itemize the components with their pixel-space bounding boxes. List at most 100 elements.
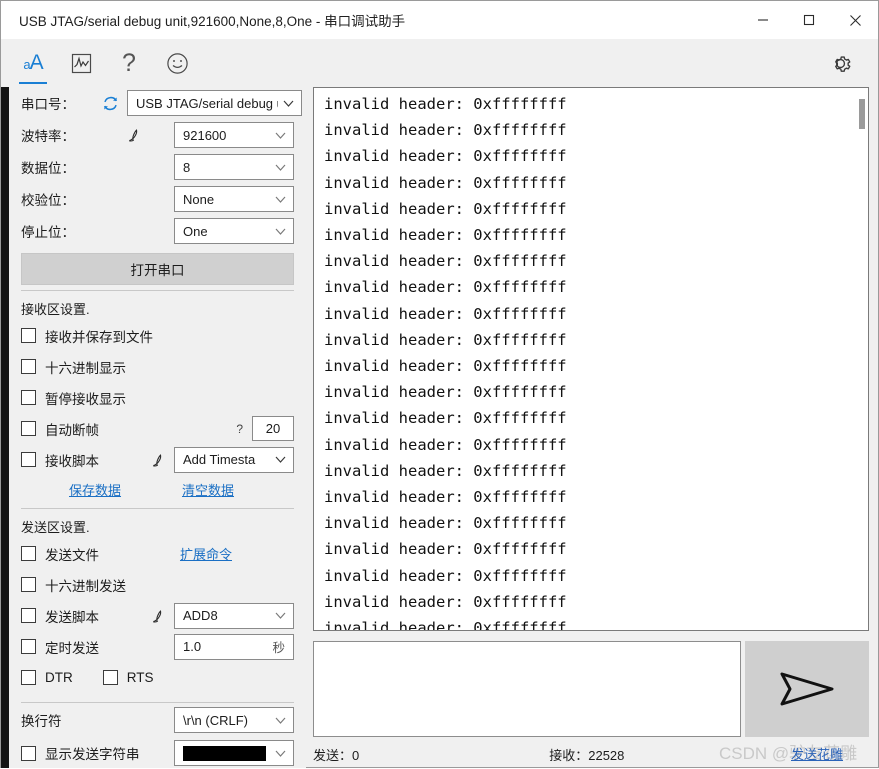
receive-script-value: Add Timesta: [183, 452, 256, 467]
emoji-icon[interactable]: [153, 39, 201, 87]
terminal-line: invalid header: 0xffffffff: [324, 514, 567, 533]
receive-script-pen-icon[interactable]: [148, 450, 168, 470]
show-send-string-checkbox[interactable]: [21, 745, 36, 761]
auto-break-row[interactable]: 自动断帧 ? 20: [9, 413, 306, 444]
send-script-value: ADD8: [183, 608, 218, 623]
window-controls: [740, 1, 878, 39]
baud-rate-value: 921600: [183, 127, 227, 143]
timed-send-label: 定时发送: [45, 640, 99, 656]
auto-break-checkbox[interactable]: [21, 421, 36, 436]
title-bar: USB JTAG/serial debug unit,921600,None,8…: [1, 1, 878, 39]
text-color-swatch: [183, 745, 266, 761]
font-size-icon[interactable]: aA: [9, 39, 57, 87]
terminal-line: invalid header: 0xffffffff: [324, 409, 567, 428]
terminal-line: invalid header: 0xffffffff: [324, 488, 567, 507]
rts-checkbox[interactable]: [102, 670, 118, 685]
window-title: USB JTAG/serial debug unit,921600,None,8…: [19, 14, 406, 29]
send-button[interactable]: [745, 641, 869, 737]
terminal-line: invalid header: 0xffffffff: [324, 540, 567, 559]
terminal-line: invalid header: 0xffffffff: [324, 357, 567, 376]
gear-icon[interactable]: [816, 39, 864, 87]
receive-pause-row[interactable]: 暂停接收显示: [9, 382, 306, 413]
script-pen-icon[interactable]: [124, 125, 144, 145]
gear-icon-glyph: [834, 55, 850, 72]
baud-rate-label: 波特率：: [21, 129, 75, 144]
send-script-checkbox[interactable]: [21, 608, 36, 623]
dtr-rts-row: DTR RTS: [9, 662, 306, 693]
receive-hex-display-checkbox[interactable]: [21, 359, 36, 374]
waveform-icon[interactable]: [57, 39, 105, 87]
send-file-label: 发送文件: [45, 547, 99, 563]
send-file-row[interactable]: 发送文件 扩展命令: [9, 538, 306, 569]
receive-save-to-file-row[interactable]: 接收并保存到文件: [9, 320, 306, 351]
newline-row: 换行符 \r\n (CRLF): [9, 703, 306, 737]
watermark-link: 发送花雕: [791, 747, 844, 762]
close-button[interactable]: [832, 1, 878, 39]
data-bits-label: 数据位：: [21, 161, 75, 176]
rts-label: RTS: [126, 670, 154, 685]
auto-break-input[interactable]: 20: [252, 416, 294, 441]
dtr-label: DTR: [45, 670, 73, 685]
send-hex-row[interactable]: 十六进制发送: [9, 569, 306, 600]
timed-send-row[interactable]: 定时发送 1.0 秒: [9, 631, 306, 662]
terminal-line: invalid header: 0xffffffff: [324, 592, 567, 611]
serial-port-select[interactable]: USB JTAG/serial debug u: [127, 90, 302, 116]
open-port-button[interactable]: 打开串口: [21, 253, 294, 285]
chevron-down-icon: [274, 747, 287, 760]
parity-select[interactable]: None: [174, 186, 294, 212]
newline-select[interactable]: \r\n (CRLF): [174, 707, 294, 733]
text-color-select[interactable]: [174, 740, 294, 766]
clear-data-link[interactable]: 清空数据: [182, 480, 234, 499]
show-send-string-row[interactable]: 显示发送字符串: [9, 737, 306, 769]
minimize-button[interactable]: [740, 1, 786, 39]
data-bits-select[interactable]: 8: [174, 154, 294, 180]
send-script-row[interactable]: 发送脚本 ADD8: [9, 600, 306, 631]
terminal-line: invalid header: 0xffffffff: [324, 461, 567, 480]
send-file-checkbox[interactable]: [21, 546, 36, 561]
receive-hex-display-row[interactable]: 十六进制显示: [9, 351, 306, 382]
data-bits-value: 8: [183, 159, 191, 175]
send-input[interactable]: [313, 641, 741, 737]
terminal-line: invalid header: 0xffffffff: [324, 95, 567, 113]
terminal-line: invalid header: 0xffffffff: [324, 199, 567, 218]
auto-break-help-icon[interactable]: ?: [236, 422, 243, 436]
send-icon: [780, 672, 834, 706]
send-script-select[interactable]: ADD8: [174, 602, 294, 629]
status-received: 接收：22528: [549, 747, 625, 763]
dtr-checkbox[interactable]: [21, 670, 36, 685]
timed-send-checkbox[interactable]: [21, 639, 36, 654]
terminal-scrollbar-thumb[interactable]: [859, 99, 865, 129]
terminal-scrollbar[interactable]: [858, 89, 867, 630]
receive-save-to-file-checkbox[interactable]: [21, 328, 36, 343]
baud-rate-select[interactable]: 921600: [174, 122, 294, 148]
terminal-line: invalid header: 0xffffffff: [324, 252, 567, 271]
receive-terminal[interactable]: invalid header: 0xffffffff invalid header…: [313, 87, 869, 631]
help-icon[interactable]: ?: [105, 39, 153, 87]
terminal-line: invalid header: 0xffffffff: [324, 226, 567, 245]
stop-bits-select[interactable]: One: [174, 218, 294, 244]
stop-bits-label: 停止位：: [21, 225, 75, 240]
receive-script-row[interactable]: 接收脚本 Add Timesta: [9, 444, 306, 475]
save-data-link[interactable]: 保存数据: [69, 480, 121, 499]
terminal-lines: invalid header: 0xffffffff invalid header…: [314, 88, 868, 631]
ext-command-link[interactable]: 扩展命令: [180, 544, 232, 563]
chevron-down-icon: [274, 193, 287, 206]
maximize-button[interactable]: [786, 1, 832, 39]
receive-script-select[interactable]: Add Timesta: [174, 446, 294, 473]
baud-rate-row: 波特率： 921600: [9, 119, 306, 151]
receive-script-checkbox[interactable]: [21, 452, 36, 467]
stop-bits-row: 停止位： One: [9, 215, 306, 247]
chevron-down-icon: [282, 97, 295, 110]
terminal-line: invalid header: 0xffffffff: [324, 435, 567, 454]
chevron-down-icon: [274, 225, 287, 238]
send-hex-checkbox[interactable]: [21, 577, 36, 592]
chevron-down-icon: [274, 714, 287, 727]
parity-label: 校验位：: [21, 193, 75, 208]
receive-pause-checkbox[interactable]: [21, 390, 36, 405]
terminal-line: invalid header: 0xffffffff: [324, 619, 567, 631]
timed-send-input[interactable]: 1.0 秒: [174, 633, 294, 660]
send-script-pen-icon[interactable]: [148, 606, 168, 626]
send-hex-label: 十六进制发送: [45, 578, 126, 594]
show-send-string-label: 显示发送字符串: [45, 747, 140, 762]
refresh-icon[interactable]: [99, 92, 121, 114]
